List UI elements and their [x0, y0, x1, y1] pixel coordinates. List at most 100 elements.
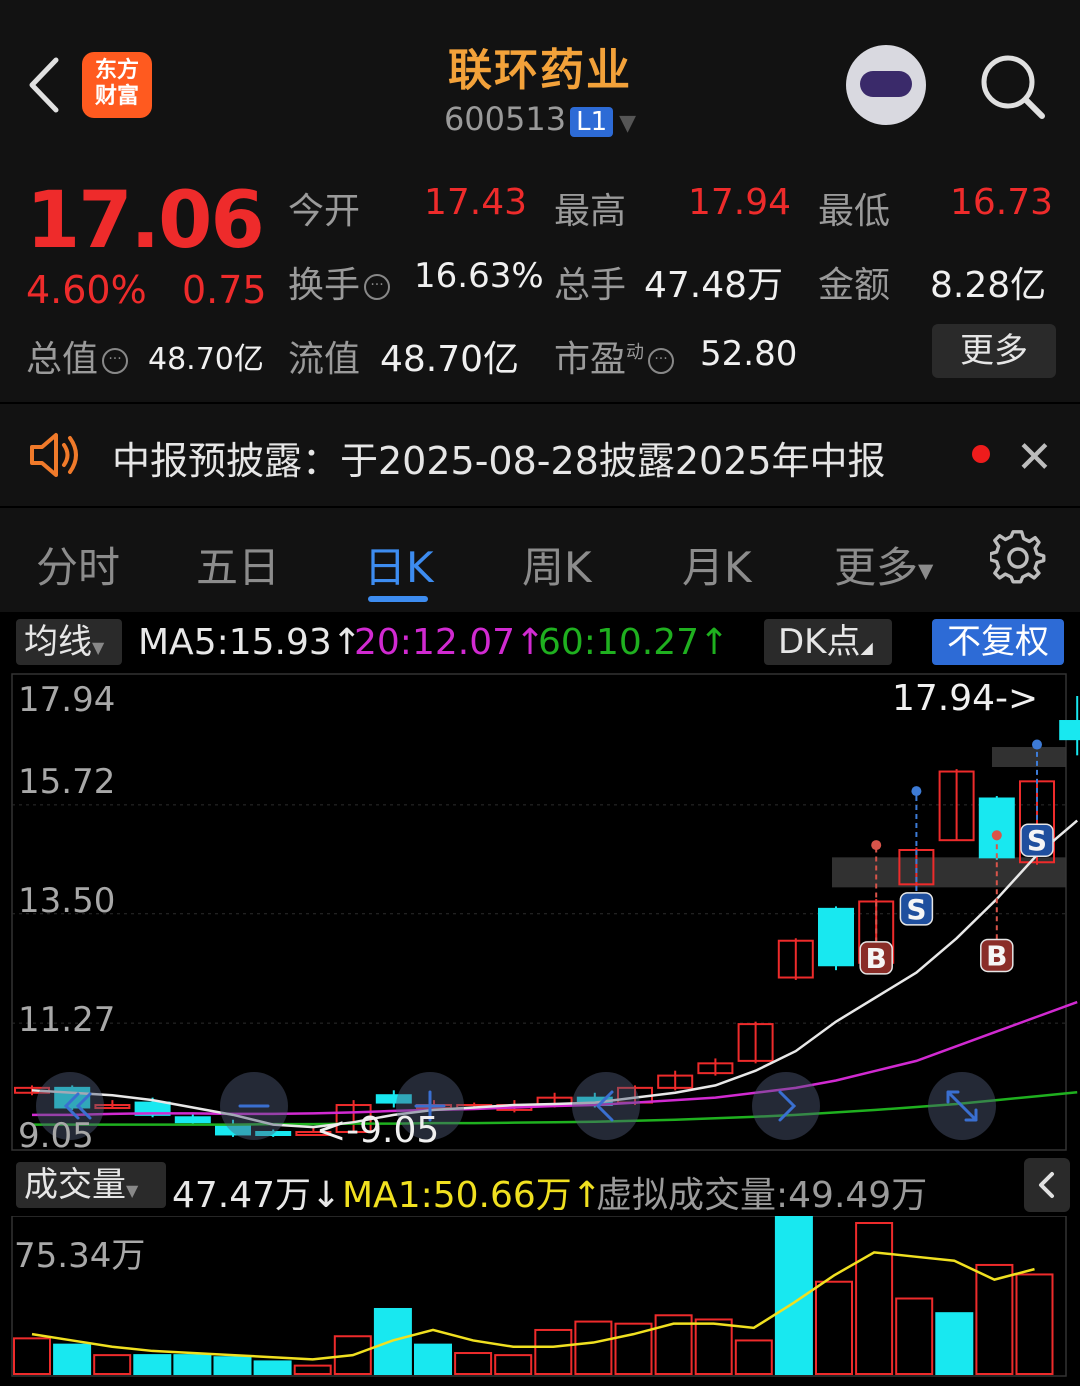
y-label-bottom: 9.05	[18, 1116, 94, 1156]
chevron-down-icon: ▼	[619, 111, 637, 136]
signal-label: B	[986, 939, 1007, 972]
volume-max-label: 75.34万	[14, 1236, 146, 1276]
volume-ma-line	[31, 1251, 1035, 1361]
gear-icon[interactable]	[990, 530, 1046, 586]
candle	[174, 1116, 211, 1124]
float-label: 流值	[288, 339, 361, 380]
low-value: 16.73	[950, 182, 1054, 223]
mktcap-label: 总值 ···	[26, 330, 129, 382]
speaker-icon	[30, 433, 78, 477]
pe-label: 市盈动 ···	[554, 330, 675, 382]
volume-bar	[574, 1320, 613, 1376]
tab-intraday[interactable]: 分时	[36, 534, 120, 595]
volume-value: 47.47万↓	[172, 1175, 342, 1216]
volume-bar	[414, 1343, 452, 1376]
signal-dot	[1032, 739, 1042, 750]
volume-bar	[494, 1354, 533, 1375]
change-percent: 4.60%	[26, 268, 147, 312]
volume-bar	[694, 1318, 733, 1376]
volume-bar	[93, 1354, 132, 1375]
tab-weekly-k[interactable]: 周K	[522, 534, 592, 595]
high-marker: 17.94->	[892, 678, 1039, 719]
volume-bar	[815, 1280, 853, 1375]
info-icon: ···	[364, 274, 391, 300]
adjust-button[interactable]: 不复权	[932, 619, 1064, 665]
ma20-value: 20:12.07↑	[354, 622, 546, 663]
float-value: 48.70亿	[380, 339, 520, 380]
low-marker: <-9.05	[316, 1110, 440, 1151]
kline-chart[interactable]: BSBS	[0, 672, 1080, 1152]
y-label-3: 13.50	[18, 881, 116, 921]
volume-bar	[133, 1354, 172, 1375]
volume-bar	[935, 1312, 974, 1375]
tab-daily-k[interactable]: 日K	[364, 534, 434, 595]
volume-ma1: MA1:50.66万↑	[342, 1175, 602, 1216]
tab-monthly-k[interactable]: 月K	[682, 534, 752, 595]
volume-bar	[13, 1337, 51, 1375]
amount-label: 金额	[818, 265, 891, 306]
volume-chart[interactable]	[0, 1216, 1080, 1386]
volume-bar	[975, 1263, 1014, 1376]
turnover-value: 16.63%	[414, 256, 544, 296]
info-icon: ···	[102, 348, 129, 374]
signal-dot	[871, 840, 882, 851]
open-value: 17.43	[424, 182, 528, 223]
volume-bar	[173, 1354, 212, 1375]
close-icon[interactable]: ✕	[1016, 432, 1053, 483]
current-price: 17.06	[26, 176, 265, 266]
volume-value: 47.48万	[644, 265, 784, 306]
support-zone	[992, 747, 1066, 768]
y-label-4: 11.27	[18, 1000, 116, 1040]
volume-selector[interactable]: 成交量▼	[16, 1162, 166, 1208]
search-icon[interactable]	[976, 50, 1048, 122]
chevron-down-icon: ▼	[92, 638, 105, 657]
virtual-volume: 虚拟成交量:49.49万	[596, 1175, 928, 1216]
candle	[818, 907, 854, 967]
volume-bar	[734, 1339, 773, 1376]
level-badge: L1	[570, 107, 614, 137]
pe-value: 52.80	[700, 334, 798, 374]
y-label-2: 15.72	[18, 762, 116, 802]
collapse-icon[interactable]	[1024, 1158, 1070, 1212]
signal-dot	[991, 830, 1002, 841]
volume-bar	[1015, 1273, 1054, 1375]
stock-code: 600513	[443, 100, 567, 138]
chevron-down-icon: ▼	[918, 558, 934, 583]
signal-label: B	[866, 942, 887, 975]
ma60-value: 60:10.27↑	[538, 622, 730, 663]
high-value: 17.94	[688, 182, 792, 223]
signal-label: S	[1027, 824, 1047, 857]
signal-dot	[911, 786, 922, 797]
volume-bar	[454, 1352, 493, 1376]
volume-bar	[534, 1328, 573, 1375]
volume-bar	[293, 1364, 332, 1375]
signal-label: S	[906, 893, 926, 926]
volume-bar	[895, 1297, 934, 1375]
mktcap-value: 48.70亿	[148, 342, 264, 377]
tab-five-day[interactable]: 五日	[196, 534, 280, 595]
turnover-label: 换手 ···	[288, 256, 391, 308]
ma-selector[interactable]: 均线▼	[16, 619, 122, 665]
chevron-left-icon[interactable]	[572, 1072, 640, 1140]
unread-dot	[972, 445, 990, 463]
volume-label: 总手	[554, 265, 627, 306]
change-amount: 0.75	[182, 268, 267, 312]
more-button[interactable]: 更多	[932, 324, 1056, 378]
dk-point-button[interactable]: DK点◢	[764, 619, 892, 665]
candle	[1059, 720, 1080, 741]
chevron-right-icon[interactable]	[752, 1072, 820, 1140]
chevron-down-icon: ▼	[126, 1181, 139, 1200]
ma5-value: MA5:15.93↑	[138, 622, 362, 663]
corner-arrow-icon: ◢	[860, 638, 873, 657]
active-tab-indicator	[368, 596, 428, 602]
notice-text: 中报预披露：于2025-08-28披露2025年中报	[112, 439, 886, 483]
y-label-top: 17.94	[18, 680, 116, 720]
volume-bar	[855, 1222, 894, 1375]
volume-bar	[53, 1343, 92, 1376]
open-label: 今开	[288, 191, 361, 232]
avatar-icon[interactable]	[846, 45, 926, 125]
volume-bar	[213, 1356, 252, 1375]
low-label: 最低	[818, 191, 891, 232]
tab-more[interactable]: 更多▼	[834, 534, 933, 595]
high-label: 最高	[554, 191, 627, 232]
